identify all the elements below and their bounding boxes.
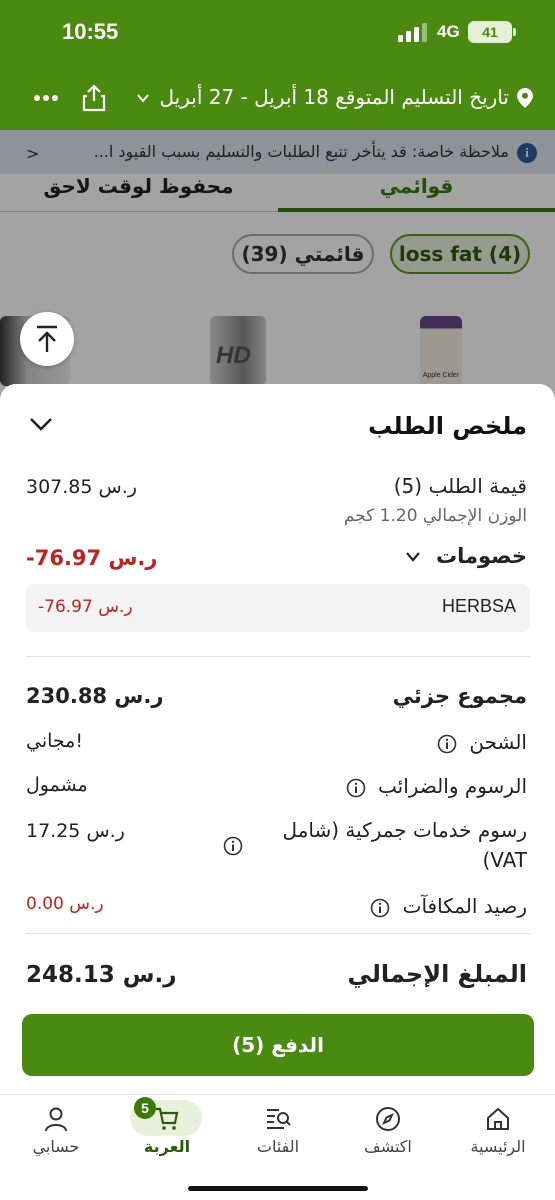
modal-backdrop[interactable]	[0, 130, 555, 400]
top-header: 10:55 4G 41 تاريخ التسليم المتوقع 18 أبر…	[0, 0, 555, 130]
taxes-row: الرسوم والضرائب	[346, 774, 527, 798]
battery-tip	[513, 28, 516, 36]
discounts-value: -76.97 ر.س	[26, 546, 158, 570]
total-weight: الوزن الإجمالي 1.20 كجم	[343, 506, 527, 526]
total-label: المبلغ الإجمالي	[347, 960, 527, 988]
shipping-value: مجاني!	[26, 730, 83, 752]
scroll-to-top-button[interactable]	[20, 312, 74, 366]
shipping-label: الشحن	[469, 730, 527, 754]
home-icon	[487, 1107, 509, 1130]
discounts-toggle[interactable]: خصومات	[405, 544, 527, 568]
nav-label-discover: اكتشف	[364, 1137, 412, 1156]
info-icon[interactable]	[437, 734, 457, 754]
more-options-icon[interactable]	[33, 94, 59, 102]
shipping-row: الشحن	[437, 730, 527, 754]
discount-code-value: -76.97 ر.س	[38, 597, 133, 617]
nav-label-account: حسابي	[32, 1137, 80, 1156]
nav-discover[interactable]: اكتشف	[338, 1101, 438, 1165]
nav-home[interactable]: الرئيسية	[448, 1101, 548, 1165]
customs-value: 17.25 ر.س	[26, 820, 125, 842]
compass-icon	[376, 1107, 400, 1131]
cart-icon	[156, 1107, 179, 1130]
chevron-down-icon	[405, 552, 420, 562]
info-icon[interactable]	[346, 778, 366, 798]
sheet-title: ملخص الطلب	[368, 412, 527, 440]
order-summary-sheet: ملخص الطلب قيمة الطلب (5) 307.85 ر.س الو…	[0, 384, 555, 1094]
total-value: 248.13 ر.س	[26, 962, 177, 988]
arrow-up-icon	[37, 325, 57, 352]
user-icon	[45, 1107, 67, 1132]
nav-cart[interactable]: العربة	[117, 1101, 217, 1165]
nav-categories[interactable]: الفئات	[228, 1101, 328, 1165]
info-icon[interactable]	[370, 898, 390, 918]
pay-button[interactable]: الدفع (5)	[22, 1014, 534, 1076]
divider	[26, 656, 530, 657]
discount-code: HERBSA	[441, 596, 516, 616]
taxes-value: مشمول	[26, 774, 88, 796]
battery-icon: 41	[468, 21, 512, 43]
divider	[26, 933, 530, 934]
signal-icon	[398, 23, 427, 42]
customs-label-line2: VAT)	[482, 848, 527, 872]
collapse-chevron-icon[interactable]	[28, 414, 54, 434]
nav-account[interactable]: حسابي	[6, 1101, 106, 1165]
discounts-label: خصومات	[436, 544, 527, 568]
nav-label-cart: العربة	[143, 1137, 191, 1156]
home-indicator	[188, 1186, 368, 1191]
order-value: 307.85 ر.س	[26, 476, 137, 498]
rewards-label: رصيد المكافآت	[402, 894, 527, 918]
rewards-value: 0.00 ر.س	[26, 894, 104, 914]
subtotal-value: 230.88 ر.س	[26, 684, 164, 708]
cart-count-badge: 5	[134, 1097, 156, 1119]
nav-label-categories: الفئات	[256, 1137, 300, 1156]
share-icon[interactable]	[82, 84, 106, 112]
location-pin-icon	[517, 88, 533, 108]
network-type: 4G	[437, 22, 460, 41]
chevron-down-icon[interactable]	[136, 91, 150, 105]
order-value-label: قيمة الطلب (5)	[393, 474, 527, 498]
taxes-label: الرسوم والضرائب	[378, 774, 527, 798]
categories-search-icon	[267, 1109, 291, 1129]
delivery-bar[interactable]: تاريخ التسليم المتوقع 18 أبريل - 27 أبري…	[0, 72, 555, 124]
status-time: 10:55	[62, 19, 119, 44]
subtotal-label: مجموع جزئي	[392, 684, 527, 708]
info-icon[interactable]	[223, 836, 243, 856]
rewards-row: رصيد المكافآت	[370, 894, 527, 918]
discount-code-row: HERBSA -76.97 ر.س	[26, 584, 530, 632]
status-bar: 10:55 4G 41	[0, 0, 555, 66]
delivery-date-text[interactable]: تاريخ التسليم المتوقع 18 أبريل - 27 أبري…	[160, 85, 509, 109]
customs-label-line1: رسوم خدمات جمركية (شامل	[282, 818, 527, 842]
nav-label-home: الرئيسية	[470, 1137, 526, 1156]
bottom-nav: الرئيسية اكتشف الفئات العربة 5 حسابي	[0, 1094, 555, 1200]
